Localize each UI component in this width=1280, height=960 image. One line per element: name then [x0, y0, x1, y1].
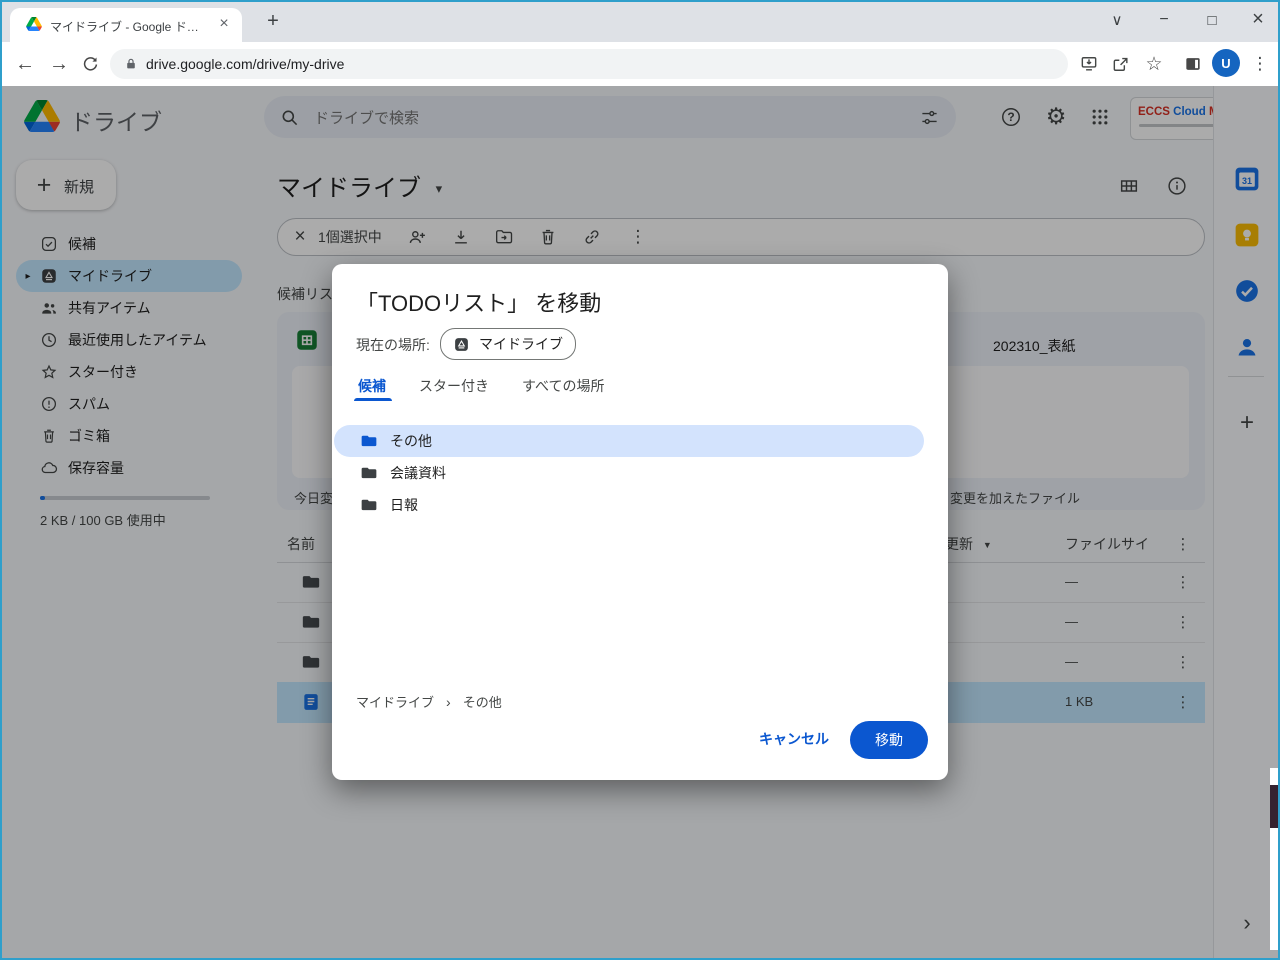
- cancel-button[interactable]: キャンセル: [739, 719, 849, 759]
- active-tab-underline: [354, 398, 392, 401]
- browser-toolbar: ← → drive.google.com/drive/my-drive ☆ U …: [2, 42, 1278, 87]
- breadcrumb-chevron-icon: ›: [446, 694, 451, 710]
- desktop-screenshot: マイドライブ - Google ドライブ × + ∨ − □ × ← → dri…: [0, 0, 1280, 960]
- browser-menu-icon[interactable]: ⋮: [1248, 50, 1272, 78]
- drive-favicon-icon: [26, 17, 42, 36]
- tab-close-icon[interactable]: ×: [212, 12, 236, 36]
- dialog-title: 「TODOリスト」 を移動: [356, 286, 601, 318]
- chip-label: マイドライブ: [479, 329, 563, 359]
- bookmark-star-icon[interactable]: ☆: [1140, 50, 1168, 78]
- browser-tab[interactable]: マイドライブ - Google ドライブ ×: [10, 8, 242, 42]
- breadcrumb-root[interactable]: マイドライブ: [356, 692, 434, 711]
- current-location-label: 現在の場所:: [356, 335, 430, 355]
- dialog-folder-row[interactable]: 日報: [334, 489, 924, 521]
- current-location-chip[interactable]: マイドライブ: [440, 328, 576, 360]
- folder-name: 日報: [390, 489, 418, 521]
- folder-name: 会議資料: [390, 457, 446, 489]
- new-tab-button[interactable]: +: [260, 8, 286, 34]
- move-dialog: 「TODOリスト」 を移動 現在の場所: マイドライブ 候補 スター付き すべて…: [332, 264, 948, 780]
- folder-name: その他: [390, 425, 432, 457]
- tab-search-chevron-icon[interactable]: ∨: [1102, 6, 1132, 34]
- lock-icon: [123, 56, 139, 72]
- reload-button[interactable]: [78, 52, 102, 76]
- browser-tab-strip: マイドライブ - Google ドライブ × + ∨ − □ ×: [2, 2, 1278, 42]
- destination-breadcrumb: マイドライブ › その他: [356, 692, 502, 711]
- download-page-icon[interactable]: [1076, 51, 1102, 77]
- tab-title: マイドライブ - Google ドライブ: [50, 18, 208, 35]
- tab-suggested[interactable]: 候補: [358, 376, 386, 396]
- window-close-button[interactable]: ×: [1242, 5, 1274, 33]
- dialog-folder-row-selected[interactable]: その他: [334, 425, 924, 457]
- breadcrumb-current[interactable]: その他: [463, 692, 502, 711]
- url-text: drive.google.com/drive/my-drive: [146, 56, 344, 72]
- folder-icon: [360, 464, 378, 482]
- window-minimize-button[interactable]: −: [1148, 6, 1180, 34]
- dialog-folder-row[interactable]: 会議資料: [334, 457, 924, 489]
- folder-icon: [360, 432, 378, 450]
- tab-starred[interactable]: スター付き: [419, 376, 489, 396]
- forward-button[interactable]: →: [44, 50, 74, 78]
- url-bar[interactable]: drive.google.com/drive/my-drive: [110, 49, 1068, 79]
- scrollbar-thumb[interactable]: [1270, 785, 1278, 828]
- back-button[interactable]: ←: [10, 50, 40, 78]
- share-icon[interactable]: [1108, 51, 1134, 77]
- tab-all-locations[interactable]: すべての場所: [522, 376, 604, 396]
- browser-profile-avatar[interactable]: U: [1212, 49, 1240, 77]
- window-maximize-button[interactable]: □: [1196, 6, 1228, 34]
- folder-icon: [360, 496, 378, 514]
- side-panel-icon[interactable]: [1180, 51, 1206, 77]
- move-button[interactable]: 移動: [850, 721, 928, 759]
- my-drive-icon: [452, 335, 470, 353]
